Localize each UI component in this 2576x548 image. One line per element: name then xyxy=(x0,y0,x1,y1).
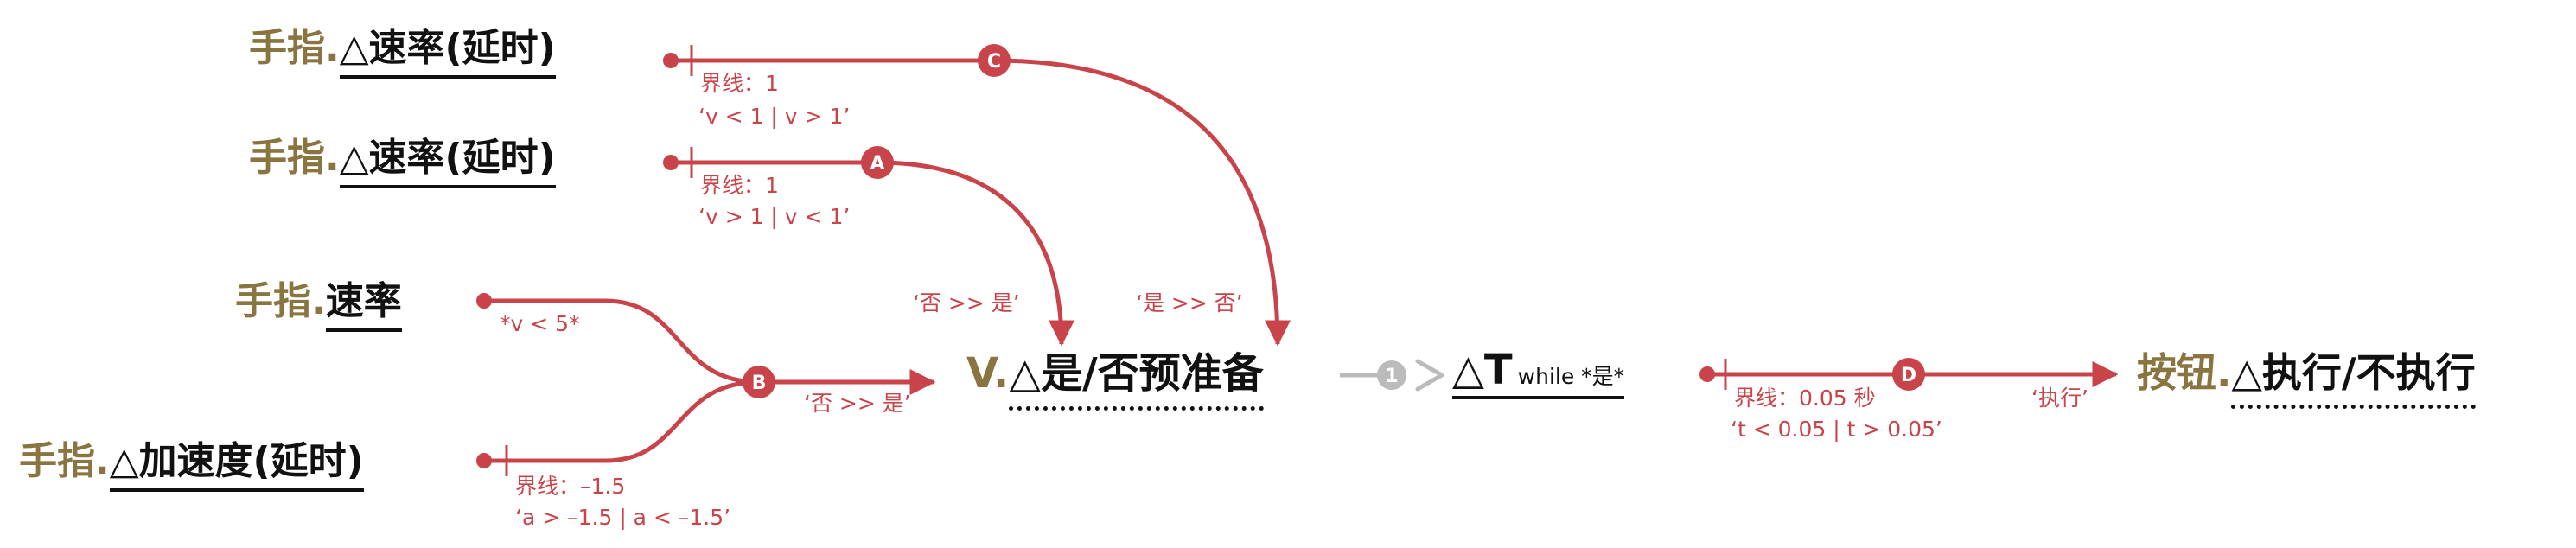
timer-label: △T xyxy=(1452,346,1513,394)
input-node-accel[interactable]: 手指.△加速度(延时) xyxy=(19,439,364,492)
connections-layer: C A B 1 D xyxy=(476,44,2119,476)
c-mapping-label: ‘是 >> 否’ xyxy=(1136,290,1243,315)
timer-subscript: while *是* xyxy=(1517,364,1625,389)
node-label: △是/否预准备 xyxy=(1009,349,1264,411)
variable-node[interactable]: V.△是/否预准备 xyxy=(966,349,1264,411)
connection-1-chevron xyxy=(1415,359,1444,392)
accel-condition-label: ‘a > –1.5 | a < –1.5’ xyxy=(515,505,731,530)
input-node-a[interactable]: 手指.△速率(延时) xyxy=(249,136,556,188)
a-condition-label: ‘v > 1 | v < 1’ xyxy=(698,204,851,229)
node-prefix: 按钮. xyxy=(2137,349,2232,396)
timer-node[interactable]: △T while *是* xyxy=(1452,346,1625,399)
node-prefix: 手指. xyxy=(235,279,326,323)
patch-diagram: C A B 1 D 手指.△速率(延时) 手指.△速率(延时) 手指.速率 手指… xyxy=(0,0,2576,548)
d-output-label: ‘执行’ xyxy=(2031,386,2088,411)
b-mapping-label: ‘否 >> 是’ xyxy=(804,391,911,416)
badge-d-label: D xyxy=(1901,365,1916,386)
timer-label-group: △T while *是* xyxy=(1452,346,1625,399)
d-condition-label: ‘t < 0.05 | t > 0.05’ xyxy=(1731,417,1942,442)
badge-c-label: C xyxy=(987,51,1001,73)
a-threshold-label: 界线：1 xyxy=(700,173,779,198)
c-condition-label: ‘v < 1 | v > 1’ xyxy=(698,104,851,129)
connection-b-lower xyxy=(484,379,760,463)
node-label: △加速度(延时) xyxy=(109,439,364,492)
badge-b-label: B xyxy=(752,373,767,394)
input-node-speed[interactable]: 手指.速率 xyxy=(235,279,402,332)
node-label: △执行/不执行 xyxy=(2231,349,2476,409)
badge-a-label: A xyxy=(870,153,884,175)
node-prefix: 手指. xyxy=(249,136,340,180)
accel-threshold-label: 界线：–1.5 xyxy=(515,474,626,499)
input-node-c[interactable]: 手指.△速率(延时) xyxy=(249,26,556,79)
output-node[interactable]: 按钮.△执行/不执行 xyxy=(2137,349,2476,409)
connection-1: 1 xyxy=(1340,359,1444,392)
node-label: 速率 xyxy=(325,279,402,332)
node-prefix: 手指. xyxy=(19,439,110,483)
node-prefix: V. xyxy=(966,349,1010,398)
speed-condition-label: *v < 5* xyxy=(500,311,580,336)
node-prefix: 手指. xyxy=(249,26,340,70)
badge-1-label: 1 xyxy=(1385,366,1398,387)
d-threshold-label: 界线：0.05 秒 xyxy=(1734,386,1876,411)
c-threshold-label: 界线：1 xyxy=(700,71,779,96)
a-mapping-label: ‘否 >> 是’ xyxy=(913,290,1020,315)
node-label: △速率(延时) xyxy=(339,26,556,79)
node-label: △速率(延时) xyxy=(339,136,556,188)
